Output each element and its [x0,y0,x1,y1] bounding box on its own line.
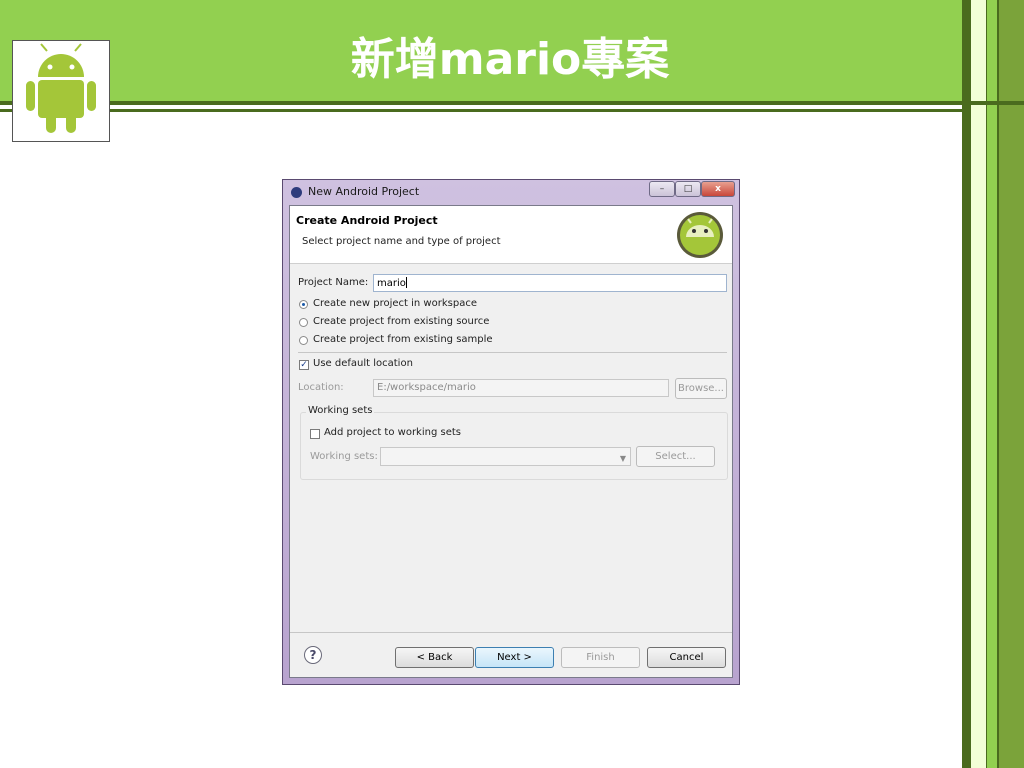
project-name-input[interactable]: mario [373,274,727,292]
use-default-location-checkbox[interactable]: ✓ [299,360,309,370]
back-button[interactable]: < Back [395,647,474,668]
android-robot-icon [26,43,96,133]
radio-existing-source-label[interactable]: Create project from existing source [313,316,489,327]
radio-new-project-label[interactable]: Create new project in workspace [313,298,477,309]
slide-header-divider-thin [0,109,962,112]
dialog-content: Create Android Project Select project na… [289,205,733,678]
working-sets-label: Working sets: [310,451,378,462]
next-button[interactable]: Next > [475,647,554,668]
eclipse-icon [291,187,302,198]
dialog-titlebar[interactable]: New Android Project – □ x [283,180,739,204]
separator [298,352,727,353]
working-sets-group-label: Working sets [306,405,375,416]
cancel-button[interactable]: Cancel [647,647,726,668]
radio-existing-sample-label[interactable]: Create project from existing sample [313,334,493,345]
maximize-button[interactable]: □ [675,181,701,197]
help-icon[interactable]: ? [304,646,322,664]
right-stripe-green [987,0,997,768]
location-input[interactable]: E:/workspace/mario [373,379,669,397]
dialog-title: New Android Project [308,185,420,198]
radio-new-project[interactable] [299,300,308,309]
add-to-working-sets-checkbox[interactable] [310,429,320,439]
project-name-label: Project Name: [298,277,369,288]
wizard-banner: Create Android Project Select project na… [290,206,732,264]
working-sets-combo[interactable]: ▼ [380,447,631,466]
android-wizard-icon [677,212,723,258]
android-logo [12,40,110,142]
browse-button[interactable]: Browse... [675,378,727,399]
select-working-sets-button[interactable]: Select... [636,446,715,467]
footer-separator [290,632,732,633]
slide-header-divider [0,101,962,105]
wizard-title: Create Android Project [296,214,438,227]
radio-existing-sample[interactable] [299,336,308,345]
text-caret [405,277,407,288]
location-label: Location: [298,382,344,393]
radio-existing-source[interactable] [299,318,308,327]
slide-title: 新增mario專案 [350,34,670,85]
right-stripe-dark [962,0,970,768]
chevron-down-icon: ▼ [619,454,626,463]
right-stripe-cross [962,101,1024,105]
project-name-value: mario [377,278,406,289]
right-stripe-outer [997,0,1024,768]
close-button[interactable]: x [701,181,735,197]
right-stripe-light [970,0,987,768]
use-default-location-label[interactable]: Use default location [313,358,413,369]
new-android-project-dialog: New Android Project – □ x Create Android… [282,179,740,685]
wizard-subtitle: Select project name and type of project [302,236,501,247]
minimize-button[interactable]: – [649,181,675,197]
add-to-working-sets-label[interactable]: Add project to working sets [324,427,461,438]
finish-button[interactable]: Finish [561,647,640,668]
